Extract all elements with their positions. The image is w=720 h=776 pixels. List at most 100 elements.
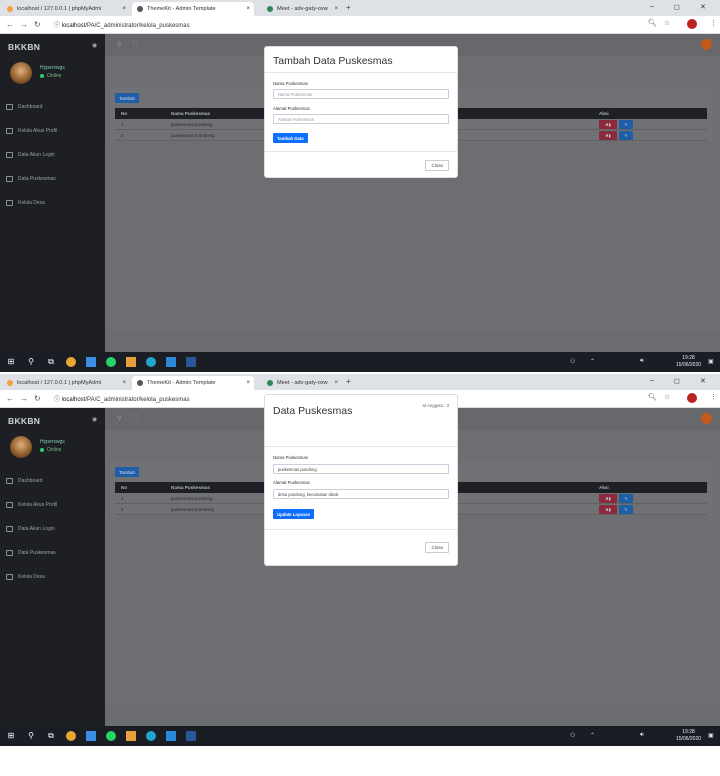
tab-themekit[interactable]: ThemeKit - Admin Template × (132, 2, 254, 16)
sidebar-item-akun-login[interactable]: Data Akun Login (6, 150, 55, 160)
edit-button[interactable]: ✎ (619, 131, 633, 140)
sidebar-item-kelola-akun[interactable]: Kelola Akun Profil (6, 500, 57, 510)
chrome-icon[interactable] (66, 357, 76, 367)
fullscreen-icon[interactable]: ⛶ (133, 41, 137, 48)
add-button[interactable]: Tambah (115, 467, 140, 477)
sidebar-item-dashboard[interactable]: Dashboard (6, 476, 42, 486)
windows-start-icon[interactable]: ⊞ (6, 731, 16, 741)
notification-icon[interactable]: ▣ (708, 358, 714, 365)
delete-button[interactable]: ✖▮ (599, 494, 617, 503)
close-icon[interactable]: × (334, 380, 338, 386)
delete-button[interactable]: ✖▮ (599, 120, 617, 129)
task-view-icon[interactable]: ⧉ (46, 357, 56, 367)
sidebar-item-dashboard[interactable]: Dashboard (6, 102, 42, 112)
nama-puskesmas-input[interactable]: Nama Puskesmas (273, 89, 449, 99)
restore-icon[interactable]: ◻ (674, 377, 680, 385)
vscode-icon[interactable] (166, 357, 176, 367)
alamat-puskesmas-input[interactable]: desa pundong, kecamatan dieok (273, 489, 449, 499)
tab-themekit[interactable]: ThemeKit - Admin Template × (132, 376, 254, 390)
tray-chevron-icon[interactable]: ⌃ (590, 732, 595, 739)
search-icon[interactable]: ⚲ (26, 357, 36, 367)
word-icon[interactable] (186, 357, 196, 367)
new-tab-icon[interactable]: + (346, 3, 351, 12)
edit-button[interactable]: ✎ (619, 120, 633, 129)
close-window-icon[interactable]: ✕ (700, 377, 706, 385)
chrome-icon[interactable] (66, 731, 76, 741)
url-field[interactable]: ⓘ localhost/PA/C_administrator/kelola_pu… (54, 394, 190, 403)
people-icon[interactable]: ⚇ (570, 358, 575, 365)
sidebar-item-desa[interactable]: Kelola Desa (6, 572, 45, 582)
new-tab-icon[interactable]: + (346, 377, 351, 386)
browser-avatar[interactable] (687, 19, 697, 29)
add-button[interactable]: Tambah (115, 93, 140, 103)
whatsapp-icon[interactable] (106, 357, 116, 367)
edit-button[interactable]: ✎ (619, 494, 633, 503)
minimize-icon[interactable]: – (650, 3, 654, 10)
tray-chevron-icon[interactable]: ⌃ (590, 358, 595, 365)
tab-phpmyadmin[interactable]: localhost / 127.0.0.1 | phpMyAdmi × (2, 2, 130, 16)
minimize-icon[interactable]: – (650, 377, 654, 384)
nama-puskesmas-input[interactable]: puskesmas pundong (273, 464, 449, 474)
back-icon[interactable]: ← (6, 394, 14, 403)
tab-meet[interactable]: Meet - adv-gaty-oxw × (262, 2, 342, 16)
user-avatar[interactable] (701, 413, 712, 424)
edit-button[interactable]: ✎ (619, 505, 633, 514)
volume-icon[interactable]: 🔊︎ (640, 732, 644, 739)
sidebar-toggle-icon[interactable]: ◉ (92, 42, 97, 49)
people-icon[interactable]: ⚇ (570, 732, 575, 739)
close-icon[interactable]: × (122, 6, 126, 12)
delete-button[interactable]: ✖▮ (599, 131, 617, 140)
zoom-icon[interactable]: 🔍︎ (648, 393, 657, 401)
fullscreen-icon[interactable]: ⛶ (133, 415, 137, 422)
sidebar-item-kelola-akun[interactable]: Kelola Akun Profil (6, 126, 57, 136)
windows-start-icon[interactable]: ⊞ (6, 357, 16, 367)
word-icon[interactable] (186, 731, 196, 741)
url-field[interactable]: ⓘ localhost/PA/C_administrator/kelola_pu… (54, 20, 190, 29)
task-view-icon[interactable]: ⧉ (46, 731, 56, 741)
browser-avatar[interactable] (687, 393, 697, 403)
update-button[interactable]: Update Layanan (273, 509, 315, 519)
sidebar-item-desa[interactable]: Kelola Desa (6, 198, 45, 208)
sidebar-item-puskesmas[interactable]: Data Puskesmas (6, 548, 56, 558)
search-icon[interactable]: ⚲ (26, 731, 36, 741)
reload-icon[interactable]: ↻ (34, 394, 41, 403)
submit-button[interactable]: Tambah Data (273, 133, 308, 143)
reload-icon[interactable]: ↻ (34, 20, 41, 29)
xampp-icon[interactable] (126, 357, 136, 367)
close-icon[interactable]: × (334, 6, 338, 12)
alamat-puskesmas-input[interactable]: Alamat Puskesmas (273, 114, 449, 124)
back-icon[interactable]: ← (6, 20, 14, 29)
whatsapp-icon[interactable] (106, 731, 116, 741)
search-icon[interactable]: ⚲ (117, 415, 121, 422)
notification-icon[interactable]: ▣ (708, 732, 714, 739)
close-button[interactable]: Close (425, 542, 449, 553)
forward-icon[interactable]: → (20, 20, 28, 29)
user-avatar[interactable] (701, 39, 712, 50)
menu-icon[interactable]: ⋮ (710, 19, 717, 27)
volume-icon[interactable]: 🔊︎ (640, 358, 644, 365)
zoom-icon[interactable]: 🔍︎ (648, 19, 657, 27)
xampp-icon[interactable] (126, 731, 136, 741)
sidebar-item-akun-login[interactable]: Data Akun Login (6, 524, 55, 534)
menu-icon[interactable]: ⋮ (710, 393, 717, 401)
edge-icon[interactable] (146, 357, 156, 367)
close-icon[interactable]: × (246, 380, 250, 386)
close-icon[interactable]: × (246, 6, 250, 12)
delete-button[interactable]: ✖▮ (599, 505, 617, 514)
tab-meet[interactable]: Meet - adv-gaty-oxw × (262, 376, 342, 390)
star-icon[interactable]: ☆ (664, 19, 670, 27)
close-button[interactable]: Close (425, 160, 449, 171)
sidebar-toggle-icon[interactable]: ◉ (92, 416, 97, 423)
search-icon[interactable]: ⚲ (117, 41, 121, 48)
restore-icon[interactable]: ◻ (674, 3, 680, 11)
file-explorer-icon[interactable] (86, 731, 96, 741)
forward-icon[interactable]: → (20, 394, 28, 403)
close-window-icon[interactable]: ✕ (700, 3, 706, 11)
vscode-icon[interactable] (166, 731, 176, 741)
clock[interactable]: 19:28 15/06/2020 (676, 355, 701, 368)
clock[interactable]: 19:28 15/06/2020 (676, 729, 701, 742)
edge-icon[interactable] (146, 731, 156, 741)
sidebar-item-puskesmas[interactable]: Data Puskesmas (6, 174, 56, 184)
star-icon[interactable]: ☆ (664, 393, 670, 401)
file-explorer-icon[interactable] (86, 357, 96, 367)
